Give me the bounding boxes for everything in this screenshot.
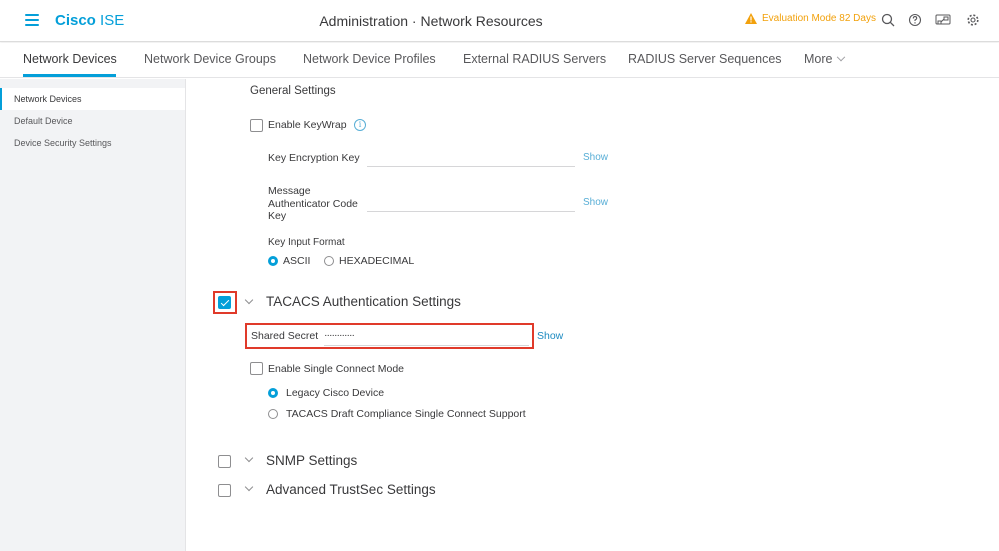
- info-icon[interactable]: i: [354, 119, 366, 131]
- chevron-down-icon: [837, 52, 846, 62]
- trustsec-checkbox[interactable]: [218, 484, 231, 497]
- ascii-radio[interactable]: [268, 256, 278, 266]
- trustsec-chevron-down-icon[interactable]: [244, 482, 254, 492]
- sidebar-item-device-security-settings[interactable]: Device Security Settings: [0, 132, 185, 154]
- sidebar: Network Devices Default Device Device Se…: [0, 79, 186, 551]
- mack-show-link[interactable]: Show: [583, 197, 608, 208]
- mack-label-line3: Key: [268, 210, 287, 222]
- shared-secret-show-link[interactable]: Show: [537, 330, 563, 342]
- legacy-cisco-label: Legacy Cisco Device: [286, 387, 385, 399]
- snmp-section-title[interactable]: SNMP Settings: [266, 453, 357, 468]
- key-input-format-label: Key Input Format: [268, 237, 345, 248]
- evaluation-text: Evaluation Mode 82 Days: [762, 13, 876, 24]
- tab-bar: Network Devices Network Device Groups Ne…: [0, 43, 999, 78]
- mack-label-line1: Message: [268, 185, 311, 197]
- tacacs-draft-radio[interactable]: [268, 409, 278, 419]
- kek-input[interactable]: [367, 149, 575, 167]
- single-connect-checkbox[interactable]: [250, 362, 263, 375]
- tab-network-devices[interactable]: Network Devices: [23, 52, 117, 66]
- sidebar-item-default-device[interactable]: Default Device: [0, 110, 185, 132]
- snmp-chevron-down-icon[interactable]: [244, 453, 254, 463]
- enable-keywrap-checkbox[interactable]: [250, 119, 263, 132]
- snmp-checkbox[interactable]: [218, 455, 231, 468]
- kek-label: Key Encryption Key: [268, 152, 360, 164]
- tab-more-label: More: [804, 52, 833, 66]
- evaluation-badge[interactable]: Evaluation Mode 82 Days: [745, 13, 876, 24]
- tab-network-device-groups[interactable]: Network Device Groups: [144, 52, 276, 66]
- hexadecimal-radio[interactable]: [324, 256, 334, 266]
- mack-input[interactable]: [367, 194, 575, 212]
- enable-keywrap-label: Enable KeyWrap: [268, 119, 347, 131]
- active-tab-indicator: [23, 74, 116, 77]
- hexadecimal-label: HEXADECIMAL: [339, 255, 415, 267]
- gear-icon[interactable]: [965, 12, 981, 28]
- legacy-cisco-radio[interactable]: [268, 388, 278, 398]
- dashboard-icon[interactable]: [935, 12, 951, 28]
- page-title: Administration · Network Resources: [319, 13, 543, 29]
- ascii-label: ASCII: [283, 255, 311, 267]
- tacacs-chevron-down-icon[interactable]: [244, 295, 254, 305]
- tab-more[interactable]: More: [804, 52, 846, 66]
- general-settings-title: General Settings: [250, 85, 336, 97]
- top-bar: Cisco ISE Administration · Network Resou…: [0, 0, 999, 42]
- tab-external-radius-servers[interactable]: External RADIUS Servers: [463, 52, 606, 66]
- trustsec-section-title[interactable]: Advanced TrustSec Settings: [266, 482, 436, 497]
- help-icon[interactable]: [907, 12, 923, 28]
- mack-label-line2: Authenticator Code: [268, 197, 358, 210]
- search-icon[interactable]: [880, 12, 896, 28]
- main-content: General Settings Enable KeyWrap i Key En…: [187, 79, 999, 551]
- single-connect-label: Enable Single Connect Mode: [268, 363, 405, 375]
- tacacs-draft-label: TACACS Draft Compliance Single Connect S…: [286, 408, 526, 420]
- tab-radius-server-sequences[interactable]: RADIUS Server Sequences: [628, 52, 782, 66]
- mack-label: Message Authenticator Code Key: [268, 185, 358, 223]
- shared-secret-input[interactable]: ············: [324, 329, 529, 346]
- kek-show-link[interactable]: Show: [583, 152, 608, 163]
- tacacs-checkbox[interactable]: [218, 296, 231, 309]
- shared-secret-label: Shared Secret: [251, 330, 319, 342]
- sidebar-item-network-devices[interactable]: Network Devices: [0, 88, 185, 110]
- warning-icon: [745, 13, 757, 24]
- tab-network-device-profiles[interactable]: Network Device Profiles: [303, 52, 436, 66]
- tacacs-section-title[interactable]: TACACS Authentication Settings: [266, 294, 461, 309]
